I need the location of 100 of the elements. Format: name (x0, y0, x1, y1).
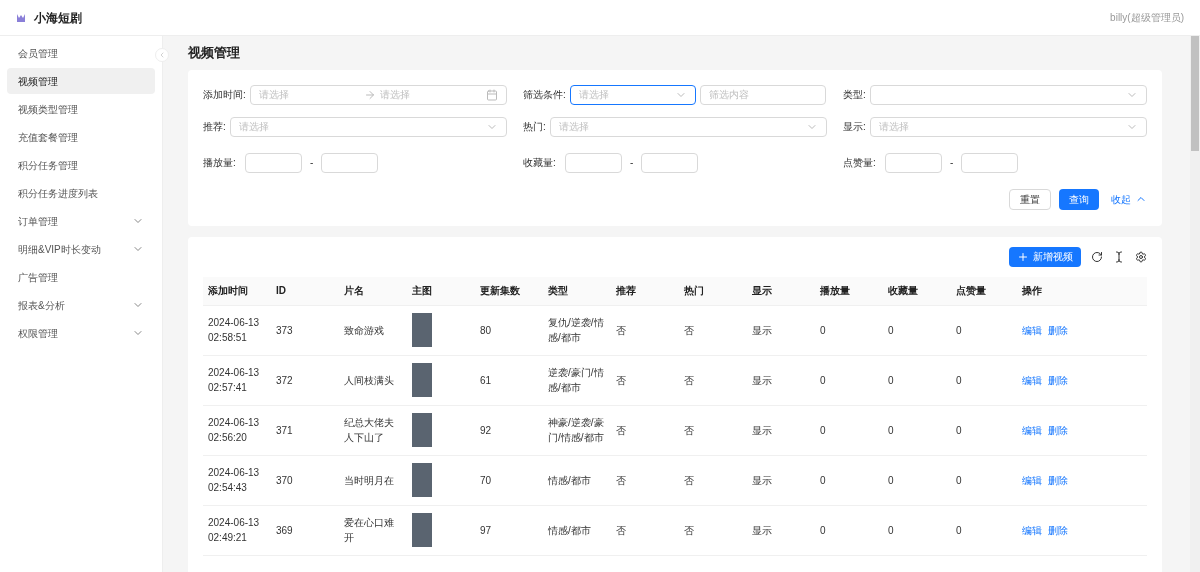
column-header: 片名 (339, 276, 407, 306)
sidebar-item[interactable]: 订单管理 (7, 208, 155, 234)
table-cell: 否 (611, 505, 679, 556)
sidebar-item[interactable]: 权限管理 (7, 320, 155, 346)
table-cell: 否 (611, 305, 679, 356)
filter-label: 点赞量: (843, 156, 877, 170)
range-min-input[interactable] (885, 152, 942, 173)
column-header: 收藏量 (883, 276, 951, 306)
refresh-icon[interactable] (1091, 250, 1103, 263)
reset-button[interactable]: 重置 (1009, 188, 1051, 210)
table-cell: 纪总大佬夫人下山了 (339, 405, 407, 456)
table-cell: 情感/都市 (543, 505, 611, 556)
table-cell: 0 (815, 455, 883, 506)
action-link[interactable]: 编辑 (1022, 372, 1042, 388)
table-cell: 0 (883, 355, 951, 406)
sidebar-item[interactable]: 明细&VIP时长变动 (7, 236, 155, 262)
action-link[interactable]: 删除 (1048, 472, 1068, 488)
table-cell: 否 (679, 405, 747, 456)
logo-icon (16, 12, 26, 23)
table-cell: 否 (679, 505, 747, 556)
range-max-input[interactable] (961, 152, 1019, 173)
sidebar-item[interactable]: 广告管理 (7, 264, 155, 290)
table-cell: 显示 (747, 305, 815, 356)
table-cell: 当时明月在 (339, 455, 407, 506)
table-cell: 0 (883, 505, 951, 556)
collapse-link[interactable]: 收起 (1111, 191, 1147, 207)
table-cell: 0 (951, 505, 1017, 556)
table-cell: 2024-06-13 02:57:41 (203, 355, 271, 406)
column-header: 推荐 (611, 276, 679, 306)
table-cell: 92 (475, 405, 543, 456)
table-cell: 2024-06-13 02:54:43 (203, 455, 271, 506)
table-cell: 0 (951, 455, 1017, 506)
action-link[interactable]: 编辑 (1022, 422, 1042, 438)
table-cell: 0 (951, 405, 1017, 456)
table-cell: 369 (271, 505, 339, 556)
sidebar-item[interactable]: 充值套餐管理 (7, 124, 155, 150)
sidebar-item[interactable]: 视频管理 (7, 68, 155, 94)
filter-label: 推荐: (203, 120, 226, 134)
range-separator: - (310, 156, 314, 170)
sidebar-item[interactable]: 视频类型管理 (7, 96, 155, 122)
range-min-input[interactable] (565, 152, 622, 173)
poster-placeholder (412, 513, 432, 547)
range-max-input[interactable] (321, 152, 379, 173)
poster-placeholder (412, 413, 432, 447)
action-link[interactable]: 删除 (1048, 522, 1068, 538)
sidebar-item[interactable]: 报表&分析 (7, 292, 155, 318)
action-link[interactable]: 删除 (1048, 422, 1068, 438)
filter-label: 添加时间: (203, 88, 246, 102)
sidebar-item[interactable]: 积分任务进度列表 (7, 180, 155, 206)
add-video-button[interactable]: 新增视频 (1009, 246, 1081, 267)
range-min-input[interactable] (245, 152, 302, 173)
action-link[interactable]: 编辑 (1022, 322, 1042, 338)
table-cell: 371 (271, 405, 339, 456)
settings-icon[interactable] (1135, 250, 1147, 263)
action-link[interactable]: 编辑 (1022, 472, 1042, 488)
column-header: 热门 (679, 276, 747, 306)
column-header: 添加时间 (203, 276, 271, 306)
action-link[interactable]: 删除 (1048, 322, 1068, 338)
range-max-input[interactable] (641, 152, 699, 173)
column-header: ID (271, 276, 339, 306)
table-cell: 0 (815, 505, 883, 556)
plus-icon (1017, 250, 1029, 263)
page-title: 视频管理 (188, 44, 241, 62)
calendar-icon (486, 88, 498, 101)
table-cell: 神豪/逆袭/豪门/情感/都市 (543, 405, 611, 456)
action-link[interactable]: 编辑 (1022, 522, 1042, 538)
table-cell: 0 (815, 355, 883, 406)
table-cell: 61 (475, 355, 543, 406)
table-cell: 否 (679, 455, 747, 506)
table-cell: 逆袭/豪门/情感/都市 (543, 355, 611, 406)
chevron-left-icon (158, 51, 166, 59)
brand-name: 小海短剧 (34, 9, 82, 27)
density-icon[interactable] (1113, 250, 1125, 263)
poster-placeholder (412, 463, 432, 497)
sidebar-item[interactable]: 积分任务管理 (7, 152, 155, 178)
poster-placeholder (412, 313, 432, 347)
table-cell: 复仇/逆袭/情感/都市 (543, 305, 611, 356)
table-cell: 80 (475, 305, 543, 356)
table-cell: 0 (883, 405, 951, 456)
table-cell: 否 (679, 305, 747, 356)
table-cell: 否 (679, 355, 747, 406)
table-cell: 370 (271, 455, 339, 506)
table-cell: 0 (815, 305, 883, 356)
select-field[interactable] (869, 84, 1147, 105)
column-header: 主图 (407, 276, 475, 306)
column-header: 播放量 (815, 276, 883, 306)
filter-label: 显示: (843, 120, 866, 134)
table-cell: 70 (475, 455, 543, 506)
table-cell: 2024-06-13 02:56:20 (203, 405, 271, 456)
collapse-sidebar-button[interactable] (155, 48, 169, 62)
table-cell: 0 (951, 355, 1017, 406)
filter-label: 筛选条件: (523, 88, 566, 102)
column-header: 点赞量 (951, 276, 1017, 306)
table-cell: 372 (271, 355, 339, 406)
search-button[interactable]: 查询 (1059, 188, 1099, 210)
poster-placeholder (412, 363, 432, 397)
table-cell: 情感/都市 (543, 455, 611, 506)
user-name[interactable]: billy(超级管理员) (1110, 10, 1184, 25)
action-link[interactable]: 删除 (1048, 372, 1068, 388)
sidebar-item[interactable]: 会员管理 (7, 40, 155, 66)
